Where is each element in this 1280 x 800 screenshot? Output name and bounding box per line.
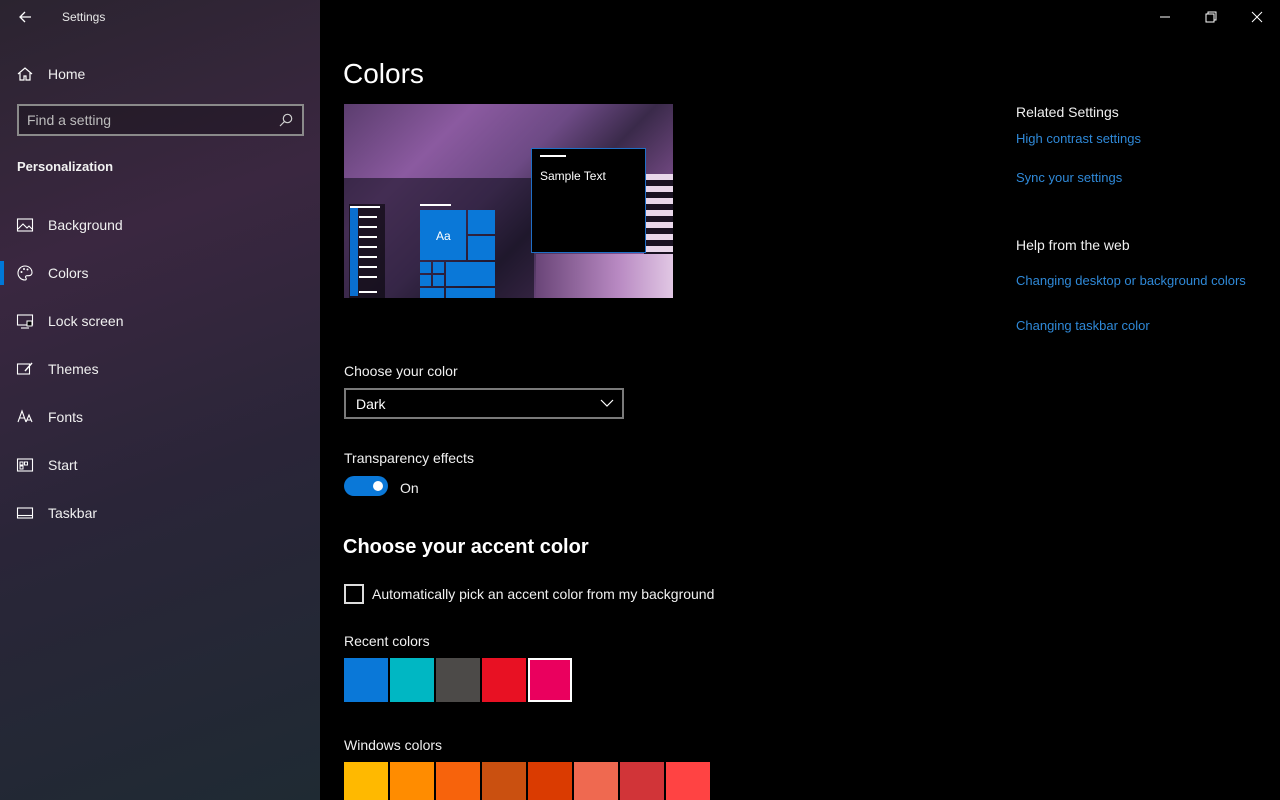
sidebar-item-start[interactable]: Start: [0, 445, 320, 485]
preview-wallpaper-stripes: [644, 174, 673, 254]
sidebar-item-label: Themes: [48, 361, 99, 377]
sidebar-item-label: Lock screen: [48, 313, 124, 329]
search-input[interactable]: [27, 111, 275, 129]
search-icon[interactable]: [278, 112, 294, 128]
theme-preview: Aa Sample Text: [344, 104, 673, 298]
themes-icon: [16, 362, 33, 375]
preview-tile-label: Aa: [436, 229, 451, 243]
auto-accent-checkbox[interactable]: [344, 584, 364, 604]
start-icon: [16, 458, 34, 472]
palette-icon: [17, 265, 33, 281]
sidebar: Settings Home Personalization Background…: [0, 0, 320, 800]
sidebar-item-label: Home: [48, 66, 86, 82]
recent-color-swatch[interactable]: [482, 658, 526, 702]
sidebar-item-home[interactable]: Home: [0, 58, 320, 90]
related-settings-title: Related Settings: [1016, 104, 1119, 120]
picture-icon: [16, 218, 34, 232]
fonts-icon: [17, 409, 33, 423]
accent-section-title: Choose your accent color: [343, 536, 589, 558]
taskbar-icon: [16, 507, 34, 519]
link-high-contrast-settings[interactable]: High contrast settings: [1016, 130, 1246, 148]
windows-color-swatch[interactable]: [528, 762, 572, 800]
chevron-down-icon: [600, 399, 614, 407]
page-title: Colors: [343, 58, 424, 89]
sidebar-item-label: Colors: [48, 265, 89, 281]
recent-colors-label: Recent colors: [344, 633, 430, 649]
preview-large-tile: Aa: [420, 210, 466, 260]
close-button[interactable]: [1234, 0, 1280, 34]
choose-color-value: Dark: [356, 396, 386, 412]
sidebar-item-background[interactable]: Background: [0, 205, 320, 245]
preview-tiles: Aa: [420, 210, 496, 298]
lock-screen-icon: [16, 314, 34, 329]
windows-color-swatch[interactable]: [620, 762, 664, 800]
windows-color-swatch[interactable]: [436, 762, 480, 800]
link-changing-taskbar-color[interactable]: Changing taskbar color: [1016, 317, 1246, 335]
transparency-label: Transparency effects: [344, 450, 474, 466]
toggle-knob: [373, 481, 383, 491]
home-icon: [17, 67, 33, 81]
restore-icon: [1205, 11, 1217, 23]
link-changing-desktop-colors[interactable]: Changing desktop or background colors: [1016, 272, 1246, 290]
recent-color-swatch[interactable]: [528, 658, 572, 702]
close-icon: [1251, 11, 1263, 23]
minimize-icon: [1160, 16, 1170, 18]
search-box[interactable]: [17, 104, 304, 136]
auto-accent-label: Automatically pick an accent color from …: [372, 586, 715, 602]
recent-color-swatch[interactable]: [436, 658, 480, 702]
sidebar-item-label: Taskbar: [48, 505, 98, 521]
preview-accent-column: [350, 206, 358, 296]
back-arrow-icon: [19, 11, 31, 23]
windows-colors-label: Windows colors: [344, 737, 443, 753]
sidebar-item-colors[interactable]: Colors: [0, 253, 320, 293]
back-button[interactable]: [12, 4, 38, 30]
recent-color-swatch[interactable]: [344, 658, 388, 702]
active-indicator: [0, 261, 4, 285]
sidebar-item-lock-screen[interactable]: Lock screen: [0, 301, 320, 341]
restore-button[interactable]: [1188, 0, 1234, 34]
sidebar-item-label: Start: [48, 457, 78, 473]
section-title: Personalization: [17, 159, 114, 174]
sidebar-item-fonts[interactable]: Fonts: [0, 397, 320, 437]
sidebar-item-taskbar[interactable]: Taskbar: [0, 493, 320, 533]
preview-tile-header: [420, 204, 451, 206]
windows-color-swatch[interactable]: [666, 762, 710, 800]
windows-color-swatch[interactable]: [574, 762, 618, 800]
help-from-web-title: Help from the web: [1016, 237, 1130, 253]
transparency-toggle[interactable]: [344, 476, 388, 496]
preview-wallpaper-detail: [536, 254, 673, 298]
minimize-button[interactable]: [1142, 0, 1188, 34]
link-sync-your-settings[interactable]: Sync your settings: [1016, 169, 1246, 187]
sidebar-item-label: Background: [48, 217, 123, 233]
windows-color-swatch[interactable]: [390, 762, 434, 800]
recent-color-swatch[interactable]: [390, 658, 434, 702]
preview-sample-window: Sample Text: [531, 148, 646, 253]
sidebar-item-label: Fonts: [48, 409, 84, 425]
title-bar: Settings: [0, 0, 320, 34]
choose-color-label: Choose your color: [344, 363, 458, 379]
windows-color-swatch[interactable]: [482, 762, 526, 800]
preview-sample-text: Sample Text: [540, 169, 606, 183]
transparency-state: On: [400, 480, 419, 496]
sidebar-item-themes[interactable]: Themes: [0, 349, 320, 389]
app-title: Settings: [62, 10, 106, 24]
choose-color-dropdown[interactable]: Dark: [344, 388, 624, 419]
windows-color-swatch[interactable]: [344, 762, 388, 800]
